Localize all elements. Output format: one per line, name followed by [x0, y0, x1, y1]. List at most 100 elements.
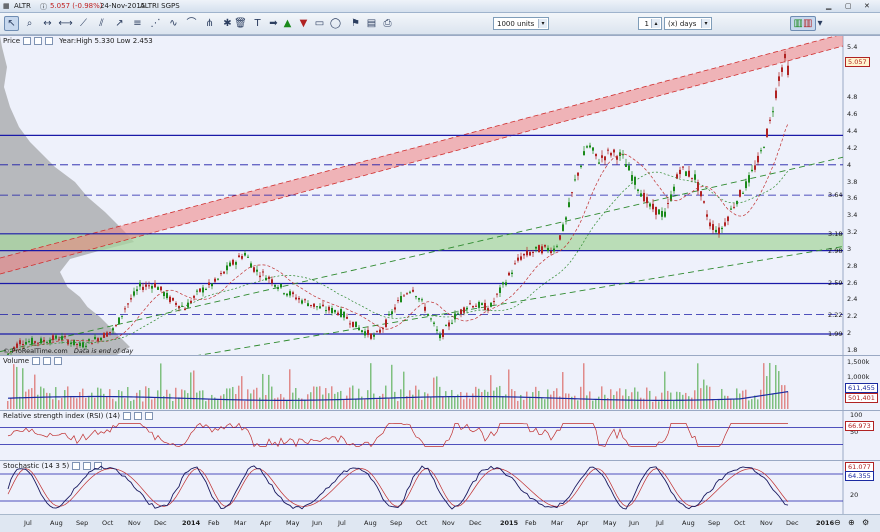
- candle-body: [526, 250, 528, 256]
- close-icon[interactable]: ✕: [864, 2, 870, 10]
- candle-body: [259, 275, 261, 278]
- volume-bar: [544, 399, 546, 409]
- candle-body: [25, 341, 27, 345]
- price-panel[interactable]: Price Year:High 5.330 Low 2.453 © ProRea…: [0, 35, 880, 356]
- rsi-panel[interactable]: Relative strength index (RSI) (14) 100 5…: [0, 410, 880, 461]
- candle-body: [496, 293, 498, 295]
- volume-bar: [247, 389, 249, 409]
- x-axis-label: 2014: [182, 519, 201, 527]
- volume-bar: [601, 386, 603, 409]
- vol-tick: 1,000k: [847, 373, 870, 381]
- candle-body: [454, 313, 456, 320]
- volume-bar: [784, 385, 786, 409]
- arc-icon[interactable]: ⌒: [184, 16, 199, 31]
- volume-bar: [97, 387, 99, 409]
- ellipse-icon[interactable]: ◯: [328, 16, 343, 31]
- channel-icon[interactable]: ⫽: [94, 16, 109, 31]
- volume-bar: [589, 391, 591, 409]
- candle-body: [355, 321, 357, 328]
- minimize-icon[interactable]: ▁: [826, 2, 831, 10]
- arrow-down-icon[interactable]: ▼: [296, 16, 311, 31]
- volume-bar: [376, 399, 378, 409]
- volume-bar: [436, 376, 438, 409]
- rectangle-icon[interactable]: ▭: [312, 16, 327, 31]
- candle-body: [253, 267, 255, 272]
- trendline-icon[interactable]: ⟋: [76, 16, 91, 31]
- stoch-k-line: [7, 465, 789, 510]
- pointer-icon[interactable]: ↖: [4, 16, 19, 31]
- volume-bar: [691, 397, 693, 409]
- candle-body: [286, 293, 288, 296]
- alert-icon[interactable]: ⚑: [348, 16, 363, 31]
- price-chart[interactable]: [0, 36, 880, 356]
- candle-body: [130, 298, 132, 300]
- volume-bar: [622, 395, 624, 409]
- volume-bar: [787, 391, 789, 409]
- fibonacci-icon[interactable]: ≡: [130, 16, 145, 31]
- volume-bar: [250, 393, 252, 409]
- period-count-input[interactable]: 1 ▴: [638, 17, 662, 30]
- current-price-tag: 5.057: [845, 57, 870, 67]
- volume-bar: [565, 393, 567, 409]
- trash-icon[interactable]: 🗑: [233, 16, 248, 31]
- candle-body: [742, 192, 744, 194]
- candle-body: [571, 192, 573, 194]
- gann-icon[interactable]: ⋰: [148, 16, 163, 31]
- price-tick: 2.2: [847, 312, 858, 321]
- cycle-icon[interactable]: ∿: [166, 16, 181, 31]
- stochastic-panel[interactable]: Stochastic (14 3 5) 80 20 61.077 64.355: [0, 460, 880, 515]
- period-unit-select[interactable]: (x) days ▾: [664, 17, 712, 30]
- candle-body: [568, 202, 570, 208]
- candle-body: [235, 262, 237, 265]
- volume-bar: [277, 397, 279, 409]
- candle-body: [760, 150, 762, 152]
- trend-line-lower[interactable]: [194, 246, 844, 356]
- candle-body: [298, 297, 300, 300]
- volume-bar: [724, 395, 726, 409]
- volume-bar: [121, 391, 123, 409]
- volume-bar: [271, 386, 273, 409]
- pitchfork-icon[interactable]: ⋔: [202, 16, 217, 31]
- maximize-icon[interactable]: ▢: [845, 2, 852, 10]
- print-icon[interactable]: ⎙: [380, 16, 395, 31]
- ray-icon[interactable]: ↗: [112, 16, 127, 31]
- volume-chart[interactable]: [0, 356, 880, 411]
- arrow-up-icon[interactable]: ▲: [280, 16, 295, 31]
- text-icon[interactable]: T: [250, 16, 265, 31]
- horizontal-line-icon[interactable]: ↔: [40, 16, 55, 31]
- candle-body: [301, 300, 303, 304]
- info-icon[interactable]: ⓘ: [40, 2, 47, 12]
- rsi-chart[interactable]: [0, 411, 880, 461]
- candle-body: [715, 229, 717, 233]
- settings-gear-icon[interactable]: ⚙: [862, 518, 869, 527]
- segment-icon[interactable]: ⟷: [58, 16, 73, 31]
- volume-bar: [220, 395, 222, 409]
- zoom-out-icon[interactable]: ⊖: [834, 518, 841, 527]
- units-select[interactable]: 1000 units ▾: [493, 17, 549, 30]
- candle-body: [625, 164, 627, 167]
- stochastic-chart[interactable]: [0, 461, 880, 515]
- volume-bar: [196, 392, 198, 409]
- volume-bar: [757, 399, 759, 409]
- zoom-icon[interactable]: ⌕: [22, 16, 37, 31]
- symbol-label[interactable]: ALTR: [14, 2, 31, 10]
- zoom-in-icon[interactable]: ⊕: [848, 518, 855, 527]
- volume-bar: [199, 390, 201, 409]
- volume-bar: [76, 398, 78, 409]
- volume-bar: [64, 390, 66, 409]
- candle-body: [706, 214, 708, 217]
- candle-body: [532, 252, 534, 254]
- volume-bar: [766, 376, 768, 409]
- menu-icon[interactable]: ▦: [3, 2, 10, 10]
- time-axis[interactable]: Jul Aug Sep Oct Nov Dec 2014 Feb Mar Apr May Jun Jul…: [0, 514, 880, 532]
- candle-body: [724, 222, 726, 226]
- arrow-right-icon[interactable]: ➡: [266, 16, 281, 31]
- chevron-down-icon[interactable]: ▾: [816, 16, 824, 31]
- layout-icon[interactable]: ▤: [364, 16, 379, 31]
- volume-bar: [730, 399, 732, 409]
- trend-line-upper[interactable]: [0, 156, 844, 353]
- volume-bar: [337, 392, 339, 409]
- x-axis-label: Sep: [708, 519, 721, 527]
- chart-type-icon[interactable]: ▥ ▥: [790, 16, 816, 31]
- volume-panel[interactable]: Volume 1,500k 1,000k 611,455 501,401: [0, 355, 880, 411]
